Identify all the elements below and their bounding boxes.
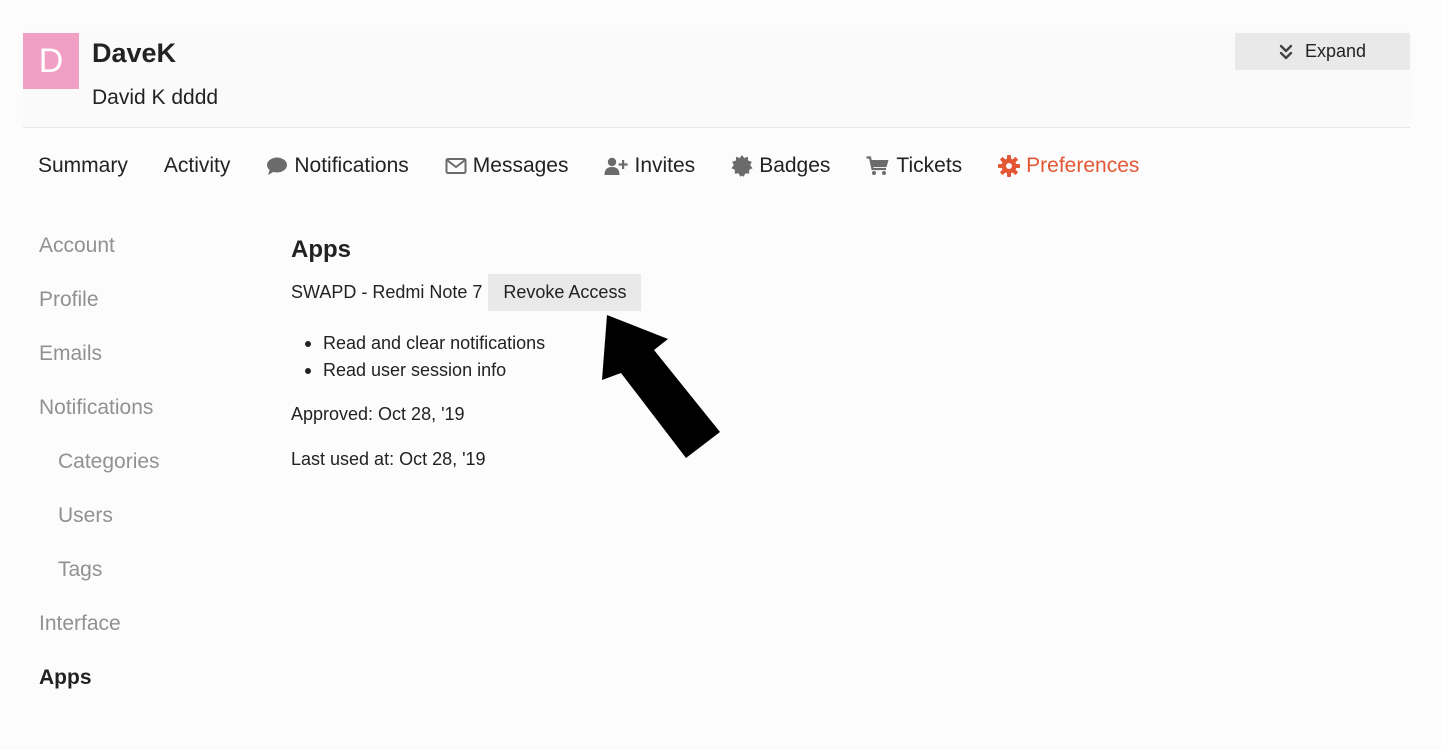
apps-section: Apps SWAPD - Redmi Note 7 Revoke Access … <box>291 236 991 469</box>
sidebar-item-notifications[interactable]: Notifications <box>39 396 153 420</box>
tab-label: Activity <box>163 154 231 177</box>
tab-summary[interactable]: Summary <box>38 154 128 178</box>
sidebar-item-profile[interactable]: Profile <box>39 288 99 312</box>
tab-label: Badges <box>759 154 831 177</box>
sidebar-item-emails[interactable]: Emails <box>39 342 102 366</box>
app-scopes-list: Read and clear notifications Read user s… <box>305 330 545 384</box>
revoke-access-button[interactable]: Revoke Access <box>488 274 642 311</box>
cart-icon <box>866 156 890 176</box>
page-title: Apps <box>291 236 351 263</box>
expand-label: Expand <box>1304 41 1367 61</box>
tab-notifications[interactable]: Notifications <box>266 154 409 178</box>
scope-label: Read user session info <box>323 360 507 380</box>
sidebar-item-apps[interactable]: Apps <box>39 666 92 690</box>
user-plus-icon <box>604 157 629 175</box>
sidebar-item-categories[interactable]: Categories <box>58 450 160 474</box>
last-used-date: Last used at: Oct 28, '19 <box>291 449 486 469</box>
gear-icon <box>998 155 1021 177</box>
sidebar-item-tags[interactable]: Tags <box>58 558 102 582</box>
certificate-icon <box>731 155 753 177</box>
list-item: Read user session info <box>305 357 545 384</box>
tab-label: Summary <box>38 154 128 177</box>
app-entry: SWAPD - Redmi Note 7 Revoke Access <box>291 274 642 311</box>
user-header: D DaveK David K dddd Expand <box>23 31 1410 128</box>
tab-messages[interactable]: Messages <box>445 154 569 178</box>
sidebar-item-interface[interactable]: Interface <box>39 612 121 636</box>
tab-label: Messages <box>472 154 569 177</box>
tab-label: Invites <box>634 154 696 177</box>
tab-label: Tickets <box>896 154 963 177</box>
tab-label: Notifications <box>294 154 409 177</box>
sidebar-item-users[interactable]: Users <box>58 504 113 528</box>
tab-preferences[interactable]: Preferences <box>998 154 1139 178</box>
double-chevron-down-icon <box>1279 44 1293 60</box>
comment-icon <box>266 156 288 176</box>
scope-label: Read and clear notifications <box>323 333 546 353</box>
list-item: Read and clear notifications <box>305 330 545 357</box>
tab-label: Preferences <box>1026 154 1140 177</box>
tab-activity[interactable]: Activity <box>164 154 231 178</box>
username: DaveK <box>92 38 177 68</box>
arrow-pointer-icon <box>602 315 720 458</box>
tab-badges[interactable]: Badges <box>731 154 830 178</box>
sidebar-item-account[interactable]: Account <box>39 234 115 258</box>
tab-tickets[interactable]: Tickets <box>866 154 962 178</box>
tab-invites[interactable]: Invites <box>604 154 695 178</box>
app-name: SWAPD - Redmi Note 7 <box>291 282 483 302</box>
full-name: David K dddd <box>92 86 219 109</box>
user-nav: Summary Activity Notifications Messages <box>38 150 1175 182</box>
approved-date: Approved: Oct 28, '19 <box>291 404 465 424</box>
avatar[interactable]: D <box>23 33 79 89</box>
envelope-icon <box>445 157 467 175</box>
expand-button[interactable]: Expand <box>1235 33 1410 70</box>
